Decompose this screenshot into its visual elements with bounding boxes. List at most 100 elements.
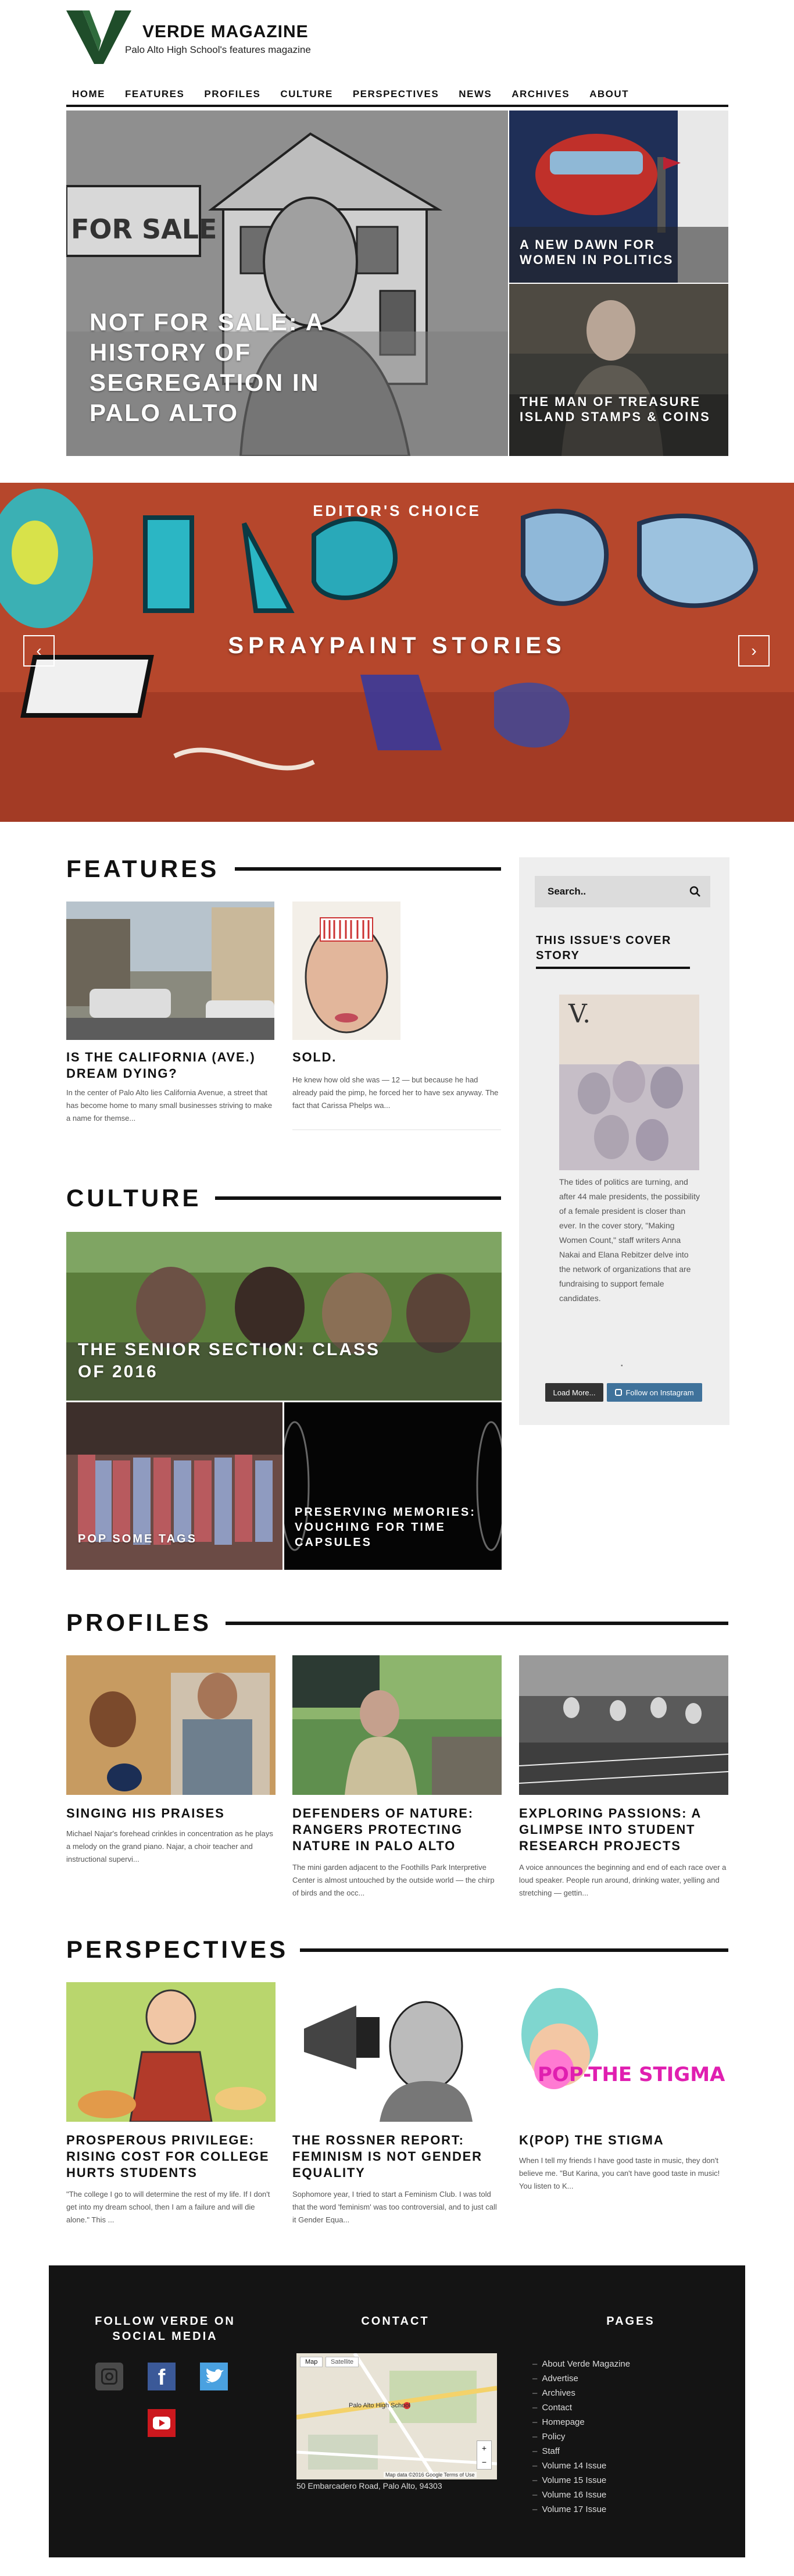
cover-story-text: The tides of politics are turning, and a…: [559, 1177, 700, 1303]
culture-main-story[interactable]: THE SENIOR SECTION: CLASS OF 2016: [66, 1232, 502, 1401]
hero-side-title-1[interactable]: A NEW DAWN FOR WOMEN IN POLITICS: [520, 237, 711, 268]
page-link-volume-16[interactable]: Volume 16 Issue: [532, 2488, 684, 2502]
page-link-staff[interactable]: Staff: [532, 2444, 684, 2459]
contact-heading: CONTACT: [361, 2315, 430, 2328]
profiles-divider: [226, 1622, 728, 1625]
culture-main-title[interactable]: THE SENIOR SECTION: CLASS OF 2016: [78, 1339, 403, 1383]
perspective-image-3[interactable]: POP-THE STIGMA: [519, 1982, 728, 2122]
pages-heading: PAGES: [606, 2315, 655, 2328]
culture-story-right[interactable]: PRESERVING MEMORIES: VOUCHING FOR TIME C…: [284, 1402, 502, 1570]
contact-map[interactable]: Map Satellite Palo Alto High School + − M…: [296, 2353, 497, 2479]
map-tab-map[interactable]: Map: [300, 2357, 323, 2367]
feature-title-2[interactable]: SOLD.: [292, 1049, 502, 1066]
perspective-image-1[interactable]: [66, 1982, 276, 2122]
cover-image[interactable]: V.: [559, 995, 699, 1170]
features-divider: [235, 867, 501, 871]
facebook-icon[interactable]: f: [148, 2363, 176, 2390]
perspective-title-2[interactable]: THE ROSSNER REPORT: FEMINISM IS NOT GEND…: [292, 2132, 502, 2181]
map-image: [296, 2353, 497, 2479]
nav-culture[interactable]: CULTURE: [274, 85, 332, 105]
page-link-homepage[interactable]: Homepage: [532, 2415, 684, 2429]
svg-text:V.: V.: [568, 999, 591, 1029]
page-link-archives[interactable]: Archives: [532, 2386, 684, 2400]
chevron-right-icon[interactable]: ›: [738, 635, 770, 667]
page-link-policy[interactable]: Policy: [532, 2429, 684, 2444]
map-label: Palo Alto High School: [349, 2402, 410, 2409]
page-link-advertise[interactable]: Advertise: [532, 2371, 684, 2386]
profile-excerpt-2: The mini garden adjacent to the Foothill…: [292, 1863, 495, 1897]
page-link-about[interactable]: About Verde Magazine: [532, 2357, 684, 2371]
culture-right-title[interactable]: PRESERVING MEMORIES: VOUCHING FOR TIME C…: [295, 1505, 481, 1550]
page-link-volume-17[interactable]: Volume 17 Issue: [532, 2502, 684, 2517]
svg-text:POP-THE STIGMA: POP-THE STIGMA: [538, 2063, 725, 2086]
nav-archives[interactable]: ARCHIVES: [506, 85, 570, 105]
follow-instagram-label: Follow on Instagram: [625, 1388, 694, 1397]
hero-main-story[interactable]: FOR SALE NOT FOR SALE: A HISTORY OF SEGR…: [66, 111, 508, 456]
perspectives-heading[interactable]: PERSPECTIVES: [66, 1936, 288, 1964]
nav-home[interactable]: HOME: [66, 85, 105, 105]
feature-excerpt-1: In the center of Palo Alto lies Californ…: [66, 1088, 273, 1123]
culture-divider: [215, 1196, 501, 1200]
profile-title-1[interactable]: SINGING HIS PRAISES: [66, 1805, 276, 1822]
nav-features[interactable]: FEATURES: [119, 85, 184, 105]
culture-story-left[interactable]: POP SOME TAGS: [66, 1402, 282, 1570]
load-more-button[interactable]: Load More...: [545, 1383, 603, 1402]
culture-left-title[interactable]: POP SOME TAGS: [78, 1533, 197, 1546]
profile-title-2[interactable]: DEFENDERS OF NATURE: RANGERS PROTECTING …: [292, 1805, 502, 1854]
feature-image-1[interactable]: [66, 902, 274, 1040]
profile-image-2[interactable]: [292, 1655, 502, 1795]
profile-image-1[interactable]: [66, 1655, 276, 1795]
culture-heading[interactable]: CULTURE: [66, 1184, 202, 1212]
perspective-excerpt-3: When I tell my friends I have good taste…: [519, 2156, 720, 2190]
page-link-contact[interactable]: Contact: [532, 2400, 684, 2415]
page-link-volume-15[interactable]: Volume 15 Issue: [532, 2473, 684, 2488]
nav-news[interactable]: NEWS: [453, 85, 492, 105]
brand-title[interactable]: VERDE MAGAZINE: [142, 22, 309, 42]
feature-image-2[interactable]: [292, 902, 400, 1040]
features-heading[interactable]: FEATURES: [66, 855, 219, 883]
page-link-volume-14[interactable]: Volume 14 Issue: [532, 2459, 684, 2473]
nav-perspectives[interactable]: PERSPECTIVES: [347, 85, 439, 105]
pages-list: About Verde Magazine Advertise Archives …: [532, 2357, 684, 2517]
chevron-left-icon[interactable]: ‹: [23, 635, 55, 667]
brand-subtitle: Palo Alto High School's features magazin…: [125, 44, 311, 55]
hero-side-image-2: [509, 284, 728, 456]
perspective-excerpt-1: "The college I go to will determine the …: [66, 2190, 270, 2224]
search-placeholder: Search..: [548, 886, 586, 897]
profile-excerpt-1: Michael Najar's forehead crinkles in con…: [66, 1829, 273, 1864]
instagram-icon[interactable]: [95, 2363, 123, 2390]
editors-choice-slider[interactable]: EDITOR'S CHOICE SPRAYPAINT STORIES ‹ ›: [0, 483, 794, 822]
hero-main-title[interactable]: NOT FOR SALE: A HISTORY OF SEGREGATION I…: [90, 307, 392, 428]
profile-image-3[interactable]: [519, 1655, 728, 1795]
cover-story-heading: THIS ISSUE'S COVER STORY: [536, 934, 671, 962]
perspective-title-1[interactable]: PROSPEROUS PRIVILEGE: RISING COST FOR CO…: [66, 2132, 276, 2181]
cover-story-divider: [536, 967, 690, 969]
contact-address: 50 Embarcadero Road, Palo Alto, 94303: [296, 2481, 442, 2491]
feature-excerpt-2: He knew how old she was — 12 — but becau…: [292, 1075, 499, 1110]
follow-instagram-button[interactable]: Follow on Instagram: [607, 1383, 702, 1402]
verde-logo[interactable]: [66, 10, 131, 64]
feature-title-1[interactable]: IS THE CALIFORNIA (AVE.) DREAM DYING?: [66, 1049, 274, 1082]
instagram-icon: [615, 1389, 623, 1396]
perspectives-divider: [300, 1948, 728, 1952]
nav-profiles[interactable]: PROFILES: [198, 85, 260, 105]
perspective-excerpt-2: Sophomore year, I tried to start a Femin…: [292, 2190, 497, 2224]
perspective-image-2[interactable]: [292, 1982, 502, 2122]
hero-side-story-1[interactable]: A NEW DAWN FOR WOMEN IN POLITICS: [509, 111, 728, 283]
hero-side-story-2[interactable]: THE MAN OF TREASURE ISLAND STAMPS & COIN…: [509, 284, 728, 456]
loading-icon: ▪: [621, 1363, 623, 1369]
profiles-heading[interactable]: PROFILES: [66, 1609, 212, 1637]
profile-title-3[interactable]: EXPLORING PASSIONS: A GLIMPSE INTO STUDE…: [519, 1805, 728, 1854]
youtube-icon[interactable]: [148, 2409, 176, 2437]
profile-excerpt-3: A voice announces the beginning and end …: [519, 1863, 727, 1897]
search-input[interactable]: Search..: [535, 876, 710, 907]
search-icon[interactable]: [689, 886, 701, 897]
slide-title[interactable]: SPRAYPAINT STORIES: [0, 633, 794, 659]
editors-choice-label: EDITOR'S CHOICE: [313, 502, 481, 519]
hero-side-title-2[interactable]: THE MAN OF TREASURE ISLAND STAMPS & COIN…: [520, 394, 711, 425]
perspective-title-3[interactable]: K(POP) THE STIGMA: [519, 2132, 728, 2149]
map-tab-satellite[interactable]: Satellite: [326, 2357, 359, 2367]
map-zoom-control[interactable]: + −: [477, 2440, 492, 2470]
twitter-icon[interactable]: [200, 2363, 228, 2390]
nav-about[interactable]: ABOUT: [584, 85, 629, 105]
